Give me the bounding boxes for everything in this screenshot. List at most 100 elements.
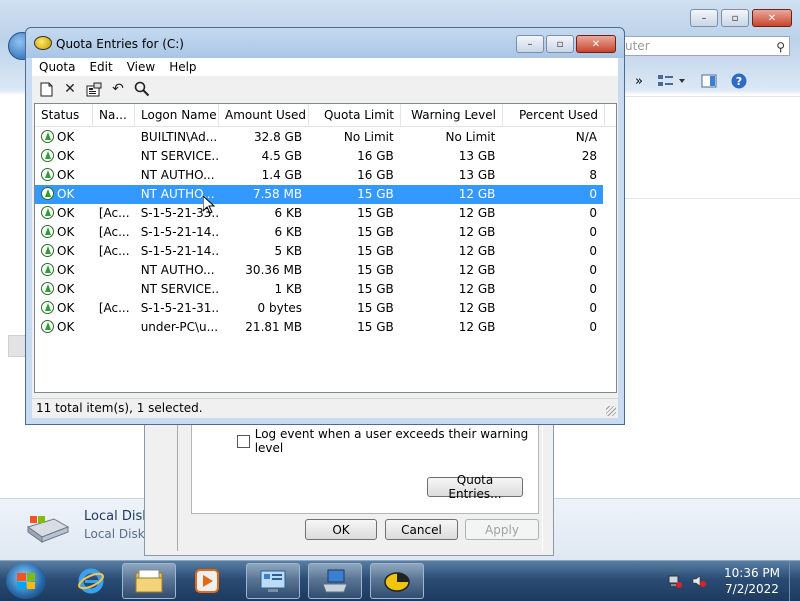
explorer-maximize-button[interactable]: ▫ (721, 9, 749, 27)
cell-warning-level: 12 GB (458, 282, 496, 296)
cell-status: OK (35, 280, 93, 299)
cell-status: OK (35, 147, 93, 166)
taskbar-windows-explorer[interactable] (122, 563, 176, 599)
menu-help[interactable]: Help (162, 58, 203, 76)
view-options-icon[interactable] (657, 74, 687, 88)
cell-logon-name: under-PC\u... (140, 320, 219, 334)
cell-name: [Ac... (98, 301, 130, 315)
column-header-logon-name[interactable]: Logon Name (135, 104, 219, 126)
quota-window-body: Quota Edit View Help ✕ ↶ Status Na... Lo… (32, 58, 618, 418)
table-row[interactable]: OK [Ac... S-1-5-21-14... 5 KB 15 GB 12 GB 0 (35, 242, 603, 261)
cell-name (93, 280, 135, 299)
table-row[interactable]: OK NT SERVICE... 4.5 GB 16 GB 13 GB 28 (35, 147, 603, 166)
taskbar-media-player[interactable] (180, 563, 234, 599)
cell-warning-level: 12 GB (458, 187, 496, 201)
windows-logo-icon (17, 573, 35, 589)
maximize-button[interactable]: ▫ (546, 35, 574, 53)
quota-entries-window: Quota Entries for (C:) – ▫ ✕ Quota Edit … (25, 27, 625, 425)
status-text-value: OK (57, 130, 75, 144)
menu-view[interactable]: View (120, 58, 162, 76)
search-icon[interactable]: ⚲ (776, 38, 785, 56)
cell-status: OK (35, 299, 93, 318)
log-warning-checkbox-row[interactable]: Log event when a user exceeds their warn… (237, 427, 553, 455)
cancel-button[interactable]: Cancel (385, 519, 458, 540)
status-ok-icon (41, 263, 54, 276)
cell-amount-used: 0 bytes (257, 301, 303, 315)
table-row[interactable]: OK NT AUTHO... 30.36 MB 15 GB 12 GB 0 (35, 261, 603, 280)
media-player-icon (195, 569, 219, 593)
column-header-status[interactable]: Status (35, 104, 93, 126)
cell-quota-limit: 15 GB (357, 187, 394, 201)
window-title: Quota Entries for (C:) (56, 37, 184, 51)
table-row[interactable]: OK under-PC\u... 21.81 MB 15 GB 12 GB 0 (35, 318, 603, 337)
taskbar-computer[interactable] (308, 563, 362, 599)
explorer-search-input[interactable]: uter ⚲ (620, 36, 790, 56)
menu-quota[interactable]: Quota (32, 58, 82, 76)
minimize-button[interactable]: – (516, 35, 544, 53)
column-header-percent-used[interactable]: Percent Used (503, 104, 605, 126)
internet-explorer-icon (78, 568, 104, 594)
taskbar-internet-explorer[interactable] (64, 563, 118, 599)
cell-status: OK (35, 261, 93, 280)
taskbar-control-panel[interactable] (246, 563, 300, 599)
cell-status: OK (35, 318, 93, 337)
table-row[interactable]: OK NT AUTHO... 1.4 GB 16 GB 13 GB 8 (35, 166, 603, 185)
list-header: Status Na... Logon Name Amount Used Quot… (35, 104, 616, 127)
status-ok-icon (41, 301, 54, 314)
status-text: 11 total item(s), 1 selected. (36, 401, 203, 415)
explorer-close-button[interactable]: ✕ (752, 9, 792, 27)
cell-status: OK (35, 128, 93, 147)
taskbar: 10:36 PM 7/2/2022 (0, 560, 800, 601)
table-row[interactable]: OK NT AUTHO... 7.58 MB 15 GB 12 GB 0 (35, 185, 603, 204)
explorer-minimize-button[interactable]: – (690, 9, 718, 27)
toolbar-more-button[interactable]: » (635, 74, 643, 89)
properties-icon[interactable] (86, 81, 102, 97)
find-icon[interactable] (134, 81, 150, 97)
log-warning-checkbox[interactable] (237, 434, 250, 448)
volume-muted-icon[interactable] (692, 574, 706, 588)
network-status-icon[interactable] (668, 574, 682, 588)
status-ok-icon (41, 244, 54, 257)
table-row[interactable]: OK [Ac... S-1-5-21-31... 0 bytes 15 GB 12 GB 0 (35, 299, 603, 318)
apply-button[interactable]: Apply (465, 519, 539, 540)
computer-icon (322, 569, 348, 593)
show-desktop-button[interactable] (789, 561, 800, 601)
resize-grip[interactable] (606, 406, 616, 416)
table-row[interactable]: OK [Ac... S-1-5-21-14... 6 KB 15 GB 12 GB 0 (35, 223, 603, 242)
table-row[interactable]: OK NT SERVICE... 1 KB 15 GB 12 GB 0 (35, 280, 603, 299)
table-row[interactable]: OK BUILTIN\Ad... 32.8 GB No Limit No Limit N/… (35, 128, 603, 147)
status-text-value: OK (57, 168, 75, 182)
preview-pane-icon[interactable] (701, 74, 717, 88)
ok-button[interactable]: OK (305, 519, 377, 540)
column-header-amount-used[interactable]: Amount Used (219, 104, 309, 126)
cell-percent-used: 0 (589, 301, 597, 315)
explorer-divider (625, 198, 800, 199)
column-header-quota-limit[interactable]: Quota Limit (309, 104, 401, 126)
quota-entries-button[interactable]: Quota Entries... (427, 473, 523, 501)
cell-warning-level: 12 GB (458, 206, 496, 220)
delete-icon[interactable]: ✕ (62, 81, 78, 97)
help-icon[interactable]: ? (731, 73, 747, 89)
quota-entries-list[interactable]: Status Na... Logon Name Amount Used Quot… (34, 103, 617, 393)
start-button[interactable] (6, 563, 46, 599)
close-button[interactable]: ✕ (576, 35, 616, 53)
column-header-warning-level[interactable]: Warning Level (401, 104, 503, 126)
cell-amount-used: 6 KB (274, 206, 303, 220)
taskbar-quota-entries[interactable] (370, 563, 424, 599)
table-row[interactable]: OK [Ac... S-1-5-21-33... 6 KB 15 GB 12 GB 0 (35, 204, 603, 223)
status-ok-icon (41, 225, 54, 238)
cell-warning-level: No Limit (445, 130, 496, 144)
cell-amount-used: 32.8 GB (253, 130, 303, 144)
cell-quota-limit: 15 GB (357, 282, 394, 296)
menu-edit[interactable]: Edit (82, 58, 119, 76)
system-clock[interactable]: 10:36 PM 7/2/2022 (716, 565, 788, 597)
status-text-value: OK (57, 244, 75, 258)
undo-icon[interactable]: ↶ (110, 81, 126, 97)
cell-amount-used: 7.58 MB (252, 187, 303, 201)
cell-name (93, 128, 135, 147)
quota-window-titlebar[interactable]: Quota Entries for (C:) – ▫ ✕ (26, 28, 624, 58)
status-text-value: OK (57, 187, 75, 201)
column-header-name[interactable]: Na... (93, 104, 135, 126)
cell-percent-used: 0 (589, 225, 597, 239)
new-quota-entry-icon[interactable] (38, 81, 54, 97)
